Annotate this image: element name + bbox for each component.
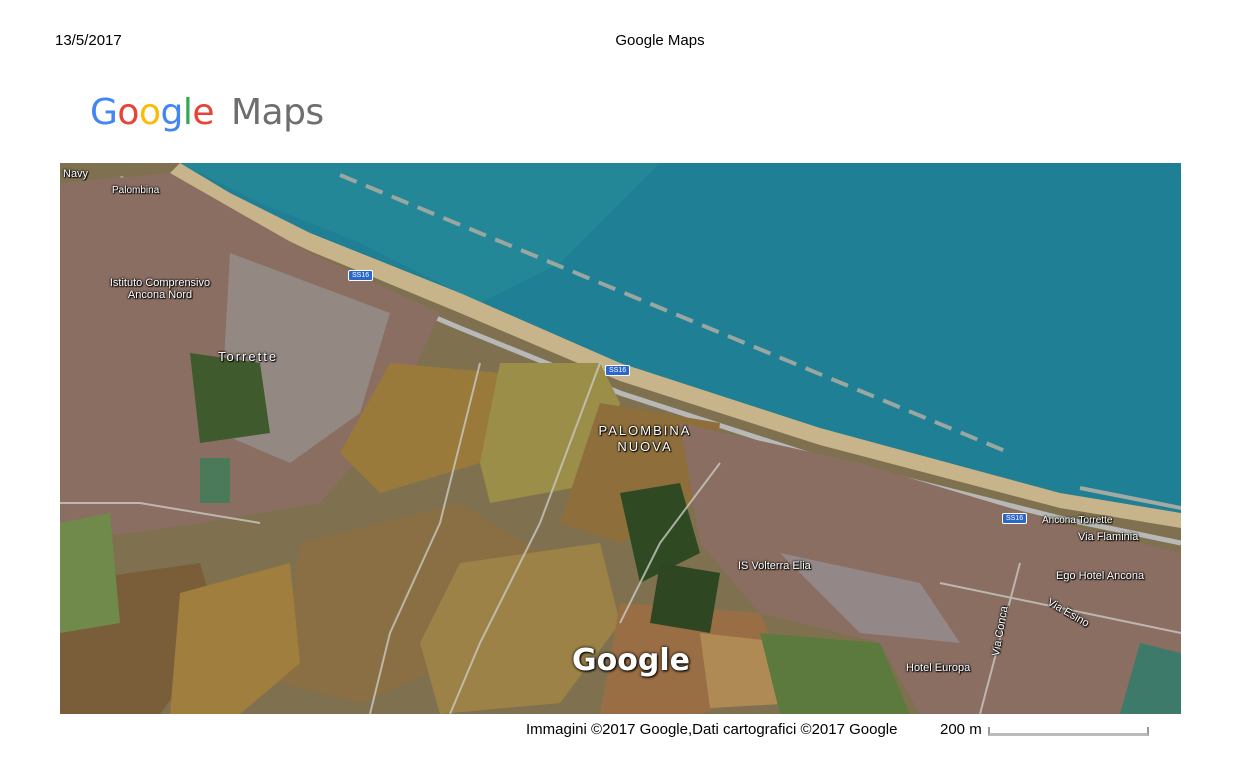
- logo-letter: g: [160, 92, 183, 133]
- logo-letter: o: [138, 92, 161, 133]
- road-shield-ss16: SS16: [605, 365, 631, 376]
- google-maps-logo: Google Maps: [90, 92, 324, 133]
- label-palombina-nuova: PALOMBINA NUOVA: [598, 423, 692, 454]
- logo-letter: G: [90, 92, 118, 133]
- scale-bar: [988, 727, 1149, 736]
- label-palombina: Palombina: [112, 185, 160, 196]
- logo-letter: o: [117, 92, 139, 133]
- satellite-map[interactable]: Navy Palombina Istituto Comprensivo Anco…: [60, 163, 1181, 714]
- label-ancona-torrette: Ancona Torrette: [1042, 515, 1113, 526]
- road-shield-ss16: SS16: [1002, 513, 1028, 524]
- map-attribution: Immagini ©2017 Google,Dati cartografici …: [526, 721, 898, 738]
- label-navy: Navy: [63, 168, 89, 180]
- google-watermark: Google: [572, 643, 690, 678]
- logo-product: Maps: [230, 92, 324, 133]
- label-school: Istituto Comprensivo Ancona Nord: [109, 277, 211, 301]
- label-via-flaminia: Via Flaminia: [1078, 531, 1139, 543]
- label-is-volterra-elia: IS Volterra Elia: [738, 560, 811, 572]
- print-title: Google Maps: [615, 32, 705, 49]
- road-shield-ss16: SS16: [348, 270, 374, 281]
- scale-label: 200 m: [940, 721, 982, 738]
- label-torrette: Torrette: [218, 349, 279, 364]
- logo-letter: e: [192, 92, 214, 133]
- label-hotel-europa: Hotel Europa: [906, 662, 971, 674]
- logo-letter: l: [182, 92, 193, 133]
- label-ego-hotel: Ego Hotel Ancona: [1056, 570, 1145, 582]
